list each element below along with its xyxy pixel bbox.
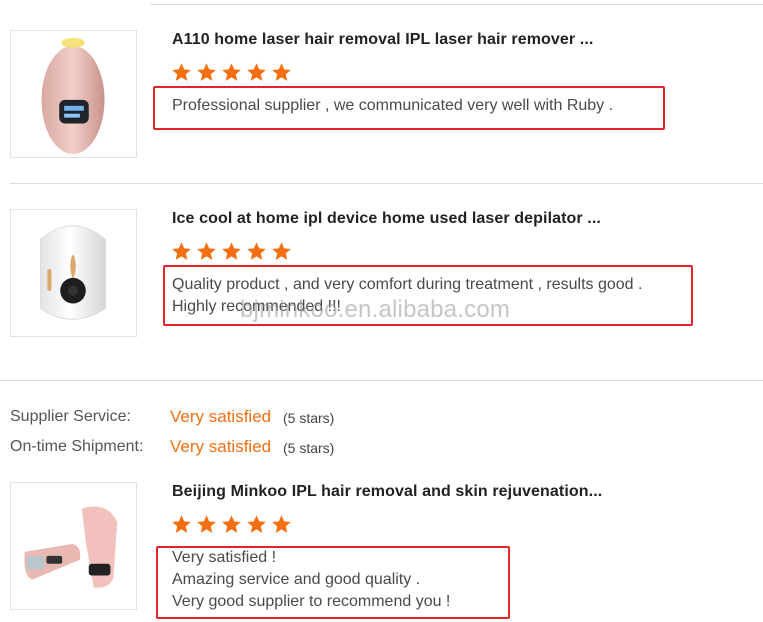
top-divider (150, 4, 763, 5)
review-text: Amazing service and good quality . (172, 571, 421, 588)
product-image[interactable] (10, 482, 137, 610)
rating-value: Very satisfied (170, 437, 272, 456)
star-icon (247, 515, 266, 533)
star-rating (171, 62, 292, 84)
review-text: Quality product , and very comfort durin… (172, 276, 643, 293)
rating-value: Very satisfied (170, 407, 272, 426)
product-title[interactable]: Ice cool at home ipl device home used la… (172, 210, 601, 228)
star-icon (197, 242, 216, 260)
rating-stars-text: (5 stars) (283, 440, 335, 456)
star-rating (171, 241, 292, 263)
star-rating (171, 514, 292, 536)
section-divider (0, 380, 763, 381)
star-icon (272, 515, 291, 533)
product-title[interactable]: Beijing Minkoo IPL hair removal and skin… (172, 483, 602, 501)
star-icon (222, 515, 241, 533)
product-title[interactable]: A110 home laser hair removal IPL laser h… (172, 31, 593, 49)
star-icon (172, 515, 191, 533)
pink-handheld-ipl-image (24, 506, 118, 588)
review-text: Professional supplier , we communicated … (172, 97, 614, 114)
star-icon (172, 242, 191, 260)
star-icon (222, 63, 241, 81)
star-icon (222, 242, 241, 260)
rating-stars-text: (5 stars) (283, 410, 335, 426)
star-icon (197, 515, 216, 533)
rating-label: On-time Shipment: (10, 438, 144, 455)
rating-label: Supplier Service: (10, 408, 131, 425)
star-icon (272, 63, 291, 81)
review-text: Very good supplier to recommend you ! (172, 593, 451, 610)
review-text: Very satisfied ! (172, 549, 277, 566)
star-icon (197, 63, 216, 81)
star-icon (247, 63, 266, 81)
white-ipl-device-image (40, 225, 106, 320)
product-image[interactable] (10, 209, 137, 337)
review-text: Highly recommended !!! (172, 298, 341, 315)
star-icon (172, 63, 191, 81)
review-divider (10, 183, 763, 184)
pink-ipl-device-image (41, 37, 105, 155)
star-icon (247, 242, 266, 260)
product-image[interactable] (10, 30, 137, 158)
star-icon (272, 242, 291, 260)
